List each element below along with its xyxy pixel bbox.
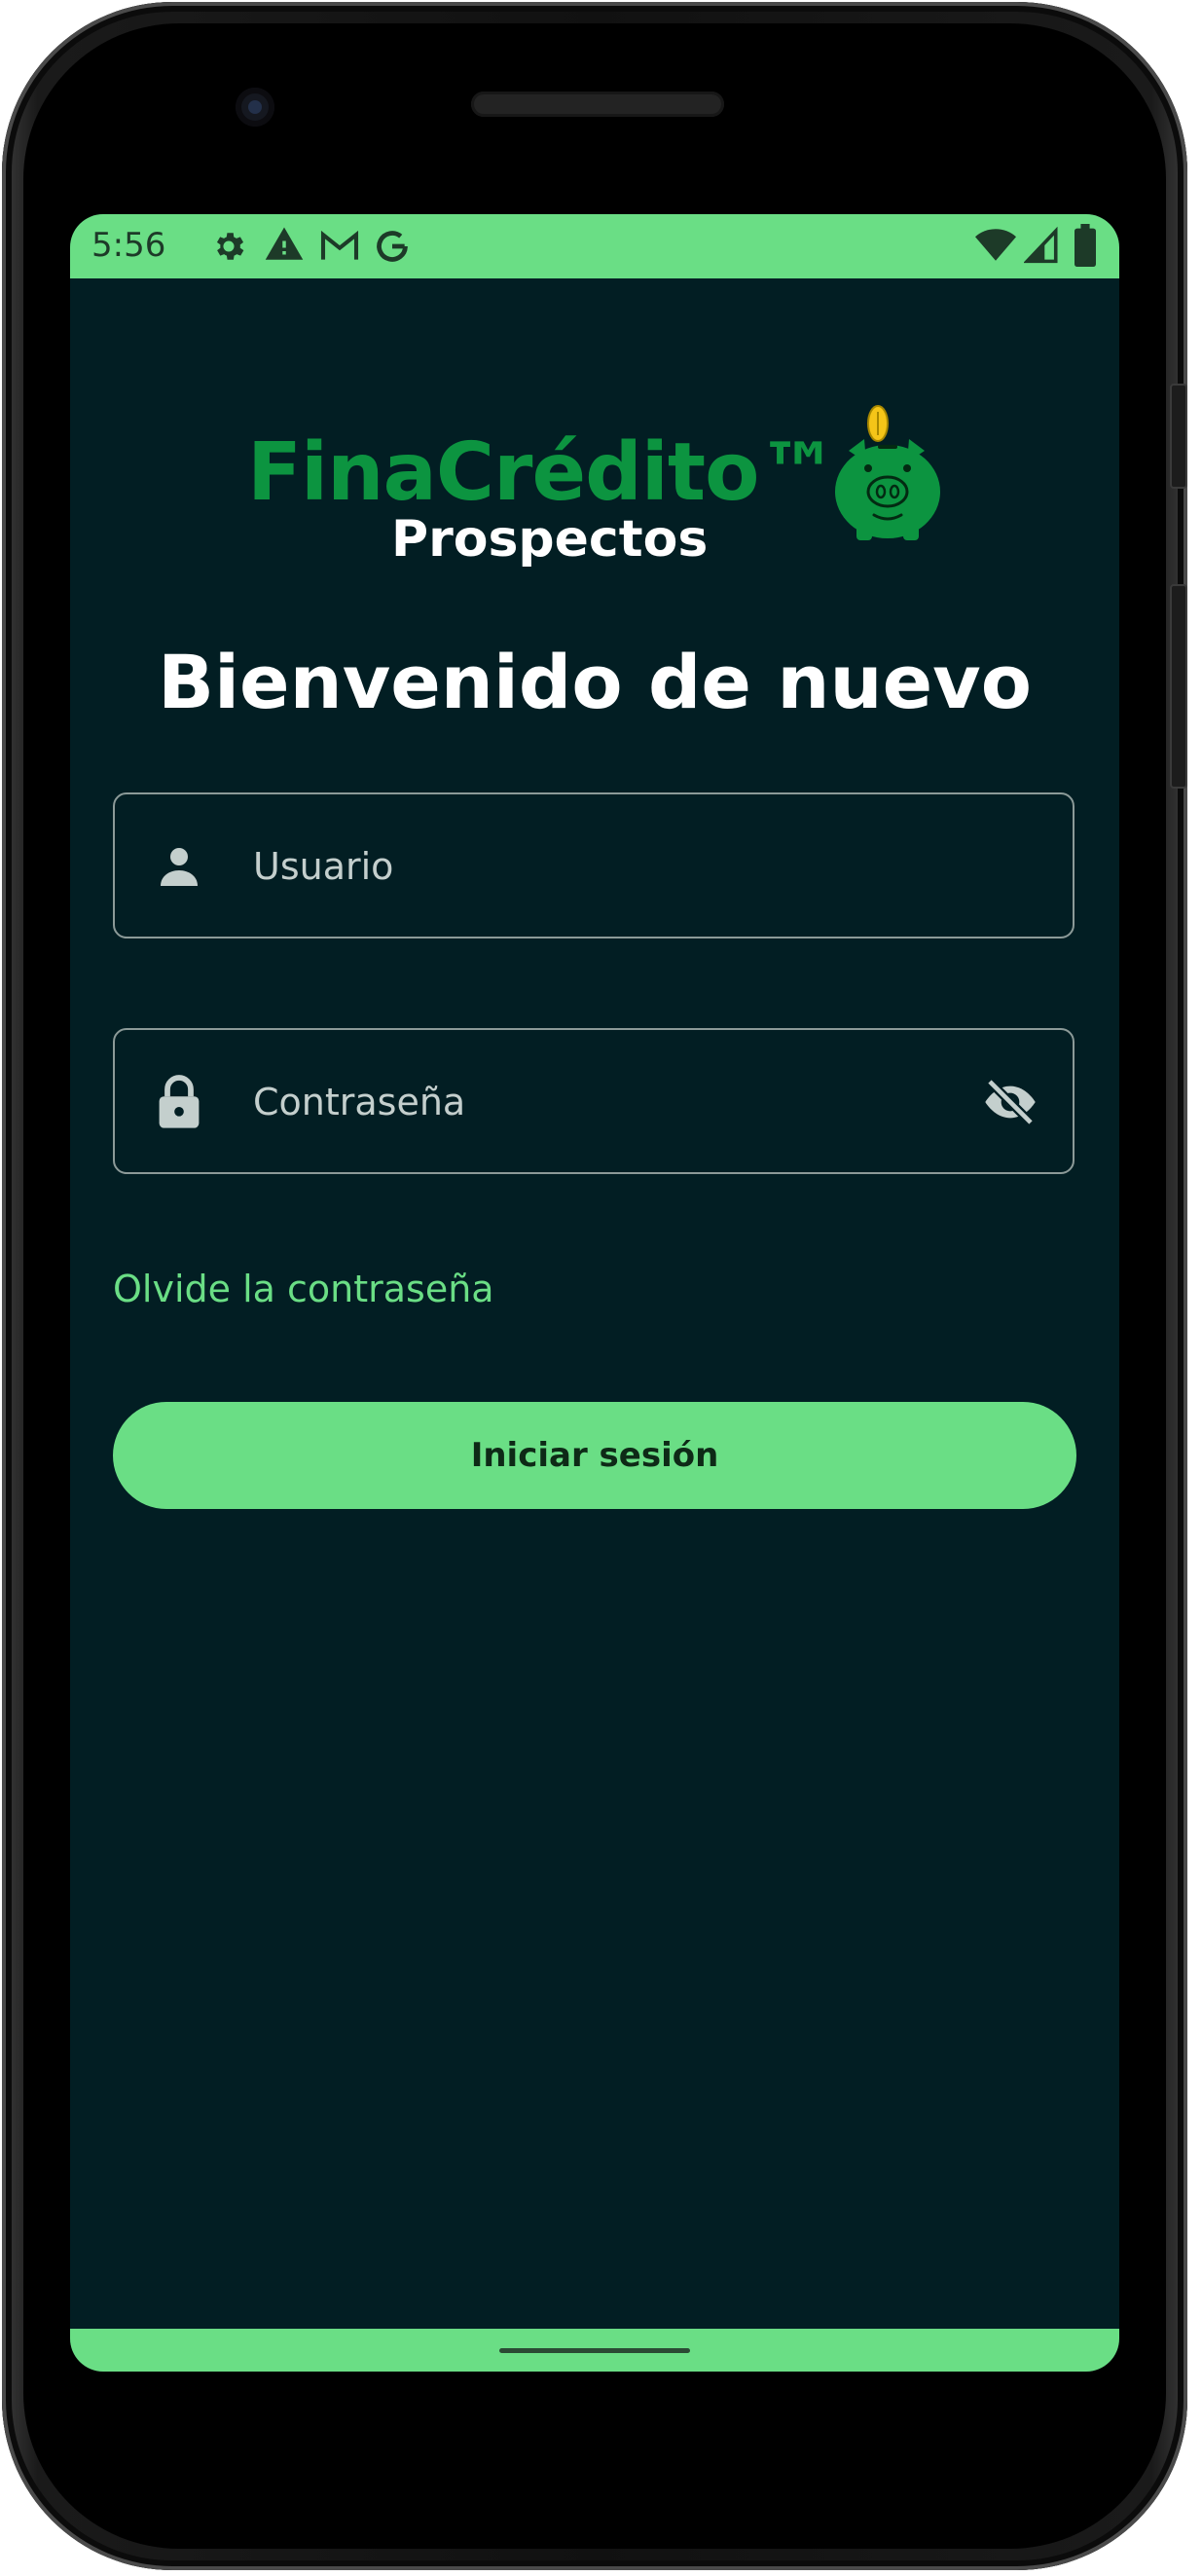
password-field[interactable] [113, 1028, 1075, 1174]
wifi-icon [975, 229, 1016, 261]
home-gesture-handle[interactable] [499, 2348, 690, 2353]
gmail-icon [320, 230, 359, 260]
settings-icon [216, 233, 244, 260]
power-button [1170, 384, 1187, 489]
eye-off-icon[interactable] [981, 1075, 1039, 1129]
logo-subtitle: Prospectos [391, 510, 709, 569]
battery-icon [1075, 224, 1096, 267]
earpiece-speaker [471, 92, 724, 117]
app-screen: 5:56 FinaCrédito™ Prospectos Bienvenido … [70, 214, 1119, 2372]
piggy-bank-coin-icon [835, 405, 940, 540]
username-input[interactable] [251, 794, 936, 938]
status-time: 5:56 [91, 226, 166, 265]
login-button[interactable]: Iniciar sesión [113, 1402, 1076, 1509]
navigation-bar [70, 2329, 1119, 2372]
status-bar: 5:56 [70, 214, 1119, 278]
username-field[interactable] [113, 792, 1075, 938]
password-input[interactable] [251, 1030, 936, 1174]
google-icon [377, 231, 408, 262]
front-camera [236, 88, 274, 127]
cell-signal-icon [1024, 226, 1058, 264]
volume-button [1170, 584, 1187, 789]
person-icon [161, 848, 198, 886]
phone-frame: 5:56 FinaCrédito™ Prospectos Bienvenido … [2, 2, 1187, 2570]
lock-icon [159, 1075, 200, 1128]
alert-triangle-icon [265, 227, 304, 260]
welcome-title: Bienvenido de nuevo [158, 639, 1032, 725]
forgot-password-link[interactable]: Olvide la contraseña [113, 1268, 494, 1310]
logo-title: FinaCrédito™ [247, 426, 838, 519]
